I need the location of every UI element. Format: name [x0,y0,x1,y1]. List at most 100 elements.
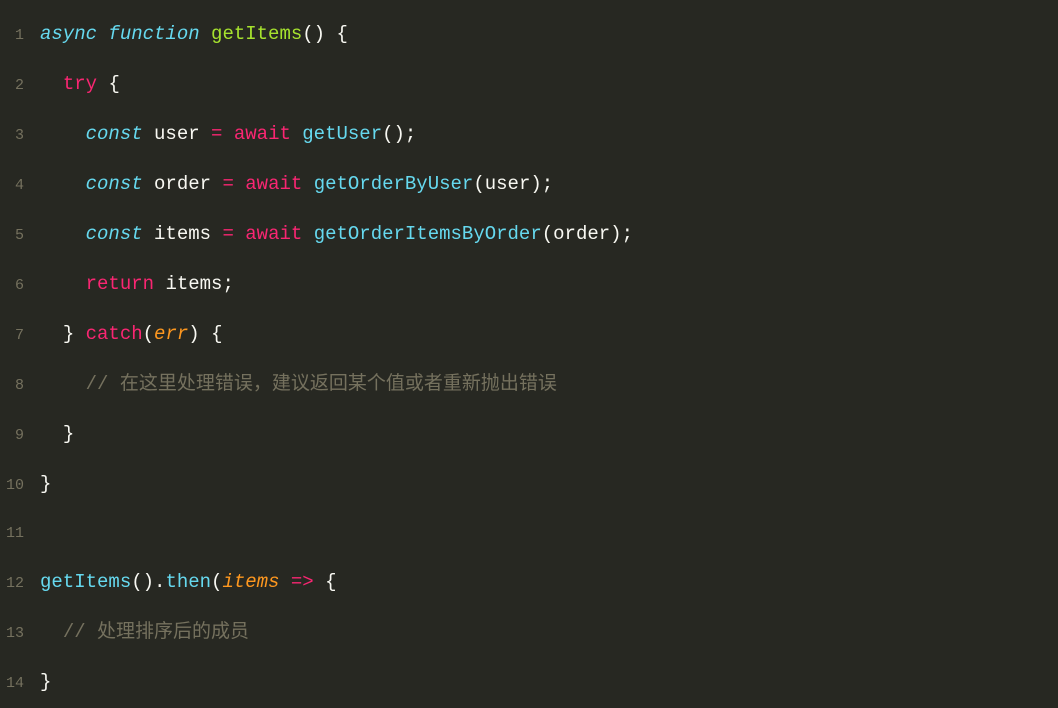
code-line[interactable]: 8 // 在这里处理错误，建议返回某个值或者重新抛出错误 [0,360,1058,410]
code-token: ) [530,173,541,195]
code-content[interactable]: } [40,658,1058,706]
code-content[interactable]: } [40,410,1058,458]
code-token: function [108,23,199,45]
code-token: await [245,223,302,245]
code-token: ; [405,123,416,145]
code-token: ; [622,223,633,245]
code-token [143,173,154,195]
code-token: await [245,173,302,195]
line-number: 14 [0,660,40,708]
code-token: items [222,571,279,593]
code-token: } [40,671,51,693]
line-number: 7 [0,312,40,360]
code-token: { [325,571,336,593]
code-token [97,73,108,95]
code-token [234,173,245,195]
code-token: getItems [211,23,302,45]
code-line[interactable]: 3 const user = await getUser(); [0,110,1058,160]
code-content[interactable]: } catch(err) { [40,310,1058,358]
code-content[interactable]: const user = await getUser(); [40,110,1058,158]
code-token: user [154,123,200,145]
code-token [40,123,86,145]
line-number: 5 [0,212,40,260]
code-token [291,123,302,145]
code-token: getUser [302,123,382,145]
code-token [302,173,313,195]
code-line[interactable]: 12getItems().then(items => { [0,558,1058,608]
code-line[interactable]: 1async function getItems() { [0,10,1058,60]
code-token: items [154,223,211,245]
code-token [40,323,63,345]
code-token: = [222,173,233,195]
code-token: order [553,223,610,245]
code-token: => [291,571,314,593]
code-content[interactable]: const order = await getOrderByUser(user)… [40,160,1058,208]
code-content[interactable]: const items = await getOrderItemsByOrder… [40,210,1058,258]
code-token [40,73,63,95]
code-token [211,223,222,245]
code-token [40,423,63,445]
line-number: 10 [0,462,40,510]
code-token: const [86,123,143,145]
code-token: ( [211,571,222,593]
code-line[interactable]: 7 } catch(err) { [0,310,1058,360]
code-content[interactable]: // 处理排序后的成员 [40,608,1058,656]
code-token [97,23,108,45]
code-token: . [154,571,165,593]
code-token [222,123,233,145]
code-token: try [63,73,97,95]
code-content[interactable]: return items; [40,260,1058,308]
code-content[interactable]: } [40,460,1058,508]
code-line[interactable]: 6 return items; [0,260,1058,310]
code-token: ) [610,223,621,245]
code-token: ; [542,173,553,195]
code-editor[interactable]: 1async function getItems() {2 try {3 con… [0,10,1058,708]
code-token: ) [188,323,199,345]
code-token: const [86,173,143,195]
code-content[interactable]: getItems().then(items => { [40,558,1058,606]
line-number: 6 [0,262,40,310]
code-token: await [234,123,291,145]
code-token: async [40,23,97,45]
code-token [234,223,245,245]
code-token: getItems [40,571,131,593]
code-token [200,23,211,45]
line-number: 2 [0,62,40,110]
code-line[interactable]: 11 [0,510,1058,558]
code-content[interactable]: // 在这里处理错误，建议返回某个值或者重新抛出错误 [40,360,1058,408]
code-line[interactable]: 5 const items = await getOrderItemsByOrd… [0,210,1058,260]
code-token: items [165,273,222,295]
code-line[interactable]: 10} [0,460,1058,510]
line-number: 13 [0,610,40,658]
code-token: err [154,323,188,345]
code-line[interactable]: 4 const order = await getOrderByUser(use… [0,160,1058,210]
line-number: 12 [0,560,40,608]
code-token [143,123,154,145]
code-content[interactable]: async function getItems() { [40,10,1058,58]
code-token: () [382,123,405,145]
code-token: return [86,273,154,295]
code-content[interactable]: try { [40,60,1058,108]
code-token: // 在这里处理错误，建议返回某个值或者重新抛出错误 [86,373,557,395]
code-token [154,273,165,295]
line-number: 9 [0,412,40,460]
code-token [40,223,86,245]
code-token: getOrderItemsByOrder [314,223,542,245]
line-number: 3 [0,112,40,160]
line-number: 8 [0,362,40,410]
code-line[interactable]: 13 // 处理排序后的成员 [0,608,1058,658]
code-token: // 处理排序后的成员 [63,621,249,643]
code-line[interactable]: 9 } [0,410,1058,460]
code-token [143,223,154,245]
code-token [40,621,63,643]
code-token [200,123,211,145]
code-token [211,173,222,195]
code-line[interactable]: 2 try { [0,60,1058,110]
code-token: { [211,323,222,345]
code-line[interactable]: 14} [0,658,1058,708]
code-token [40,373,86,395]
line-number: 4 [0,162,40,210]
code-token [200,323,211,345]
code-token: getOrderByUser [314,173,474,195]
code-token [302,223,313,245]
